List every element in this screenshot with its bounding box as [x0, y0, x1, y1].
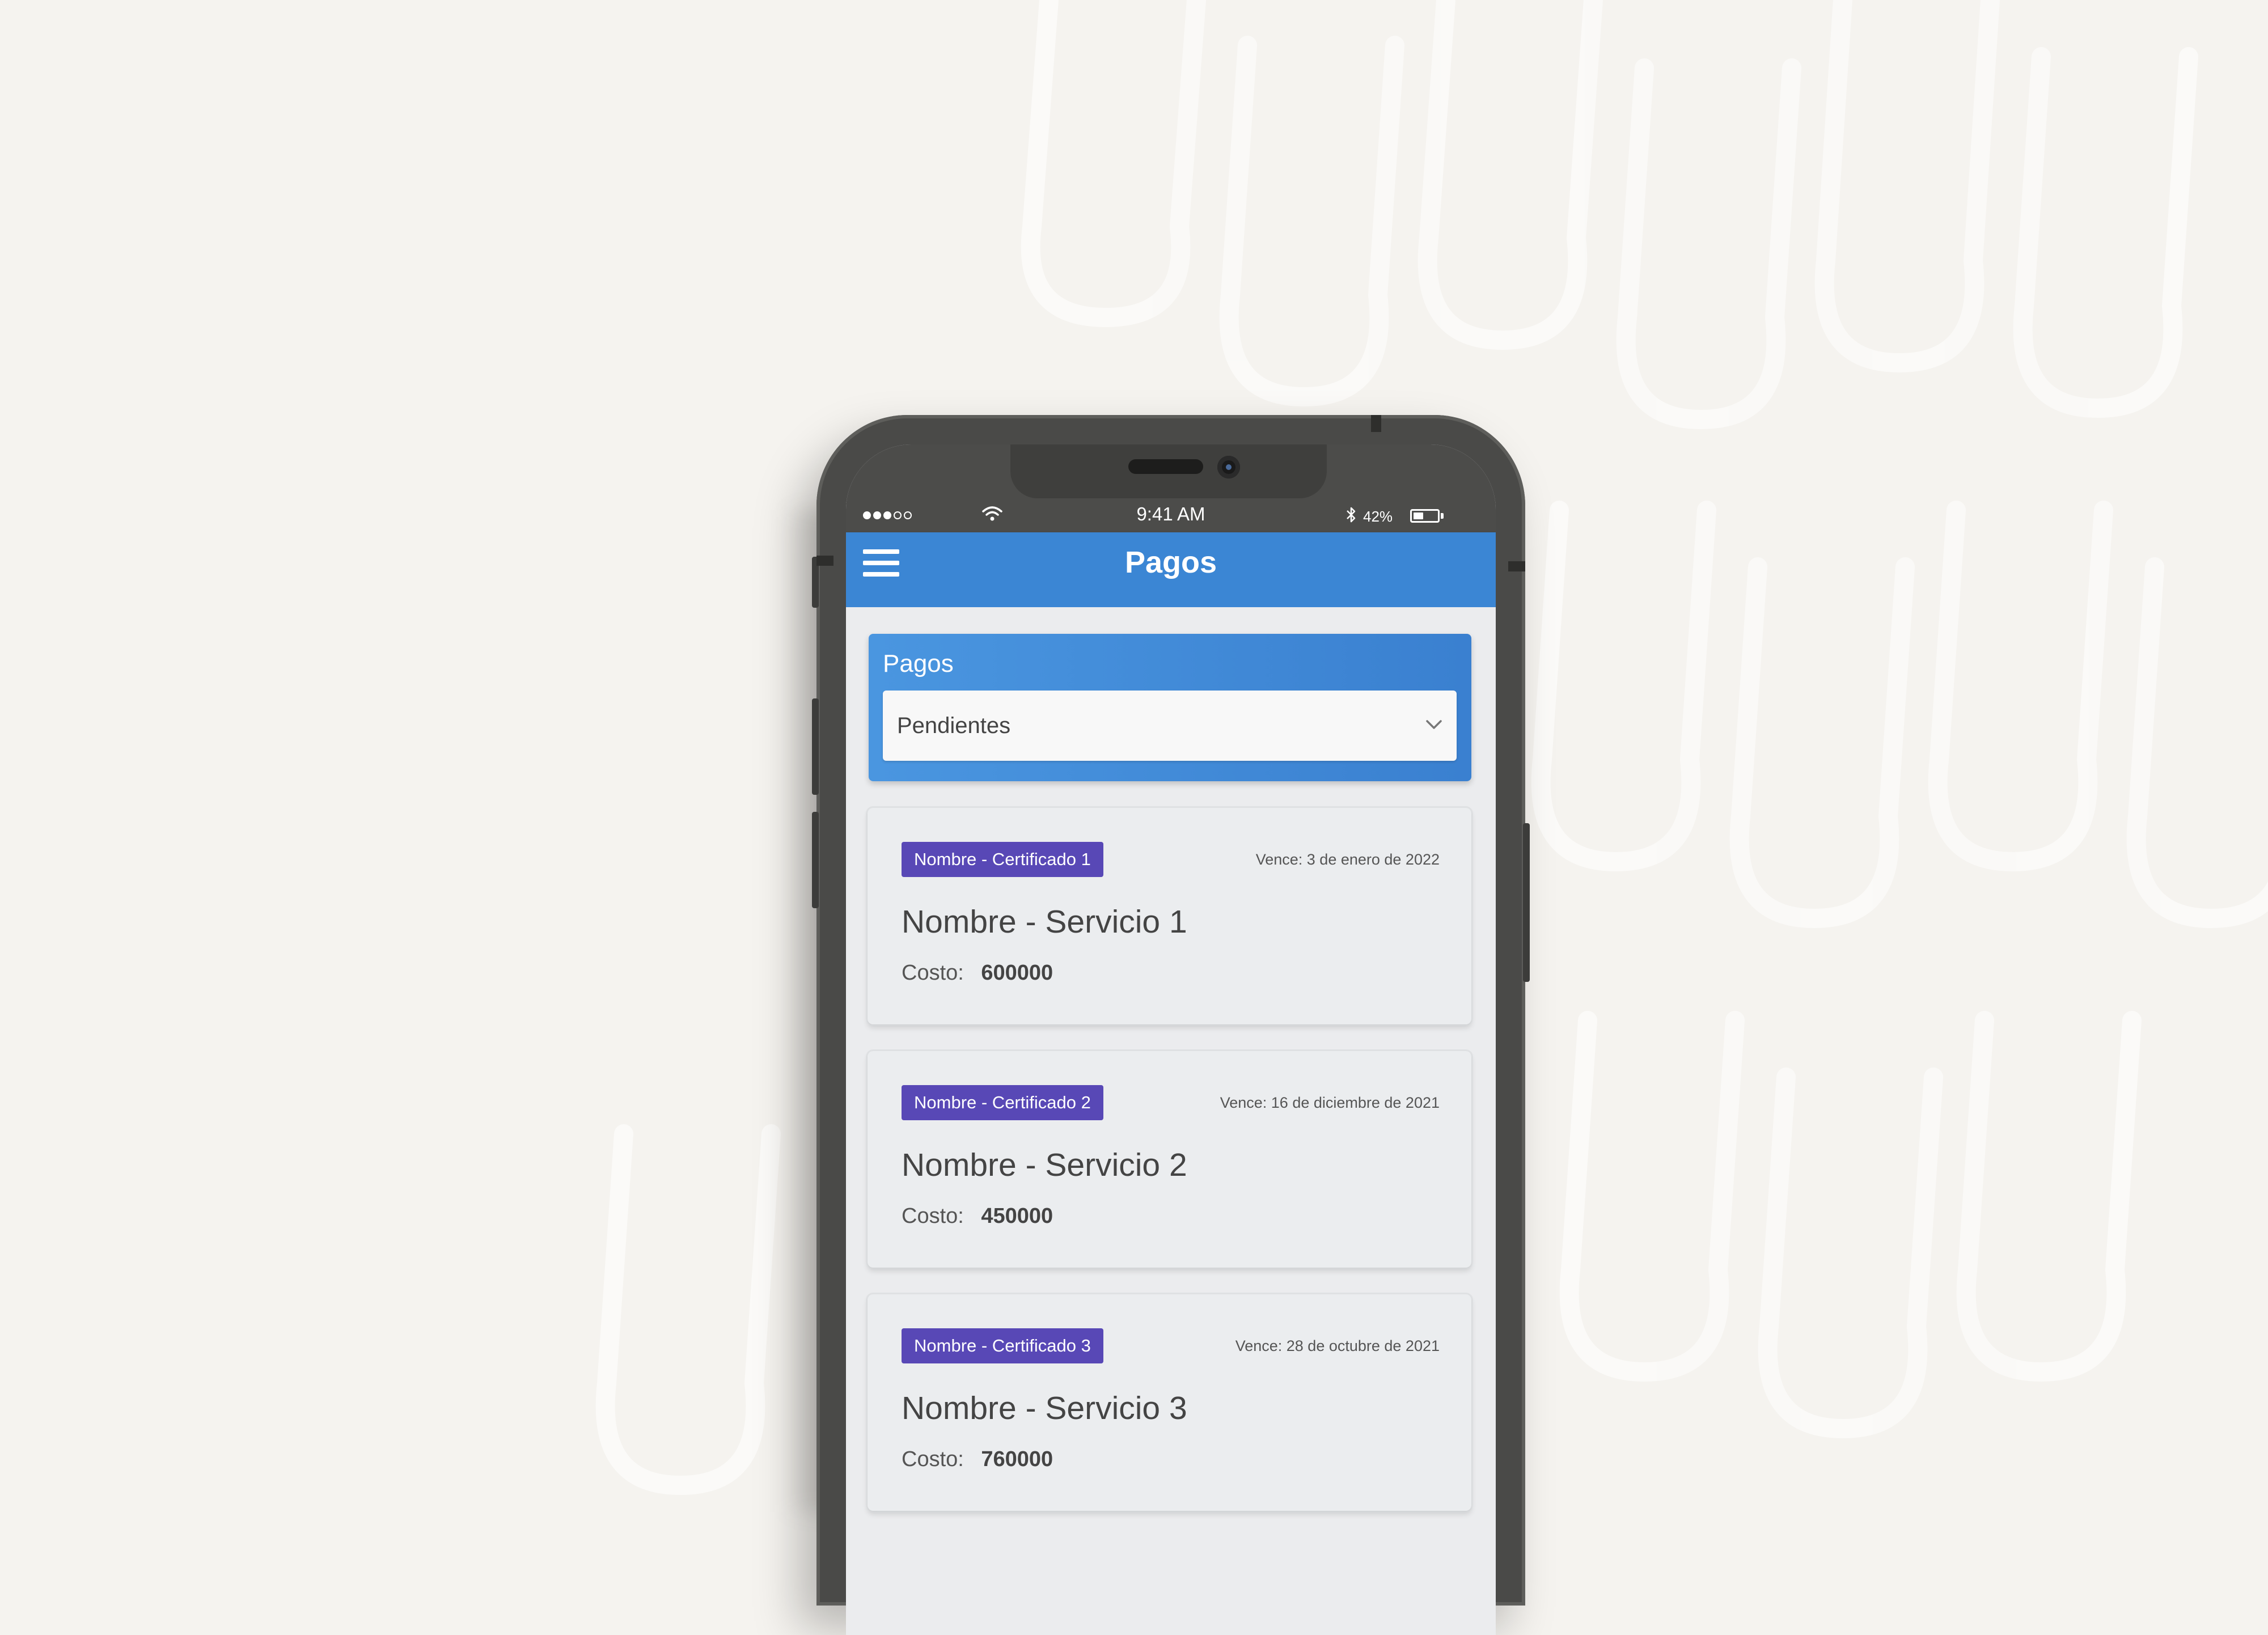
phone-frame: 9:41 AM 42% Pagos Pagos Pendientes Nombr… — [812, 415, 1530, 1635]
volume-up-button — [812, 698, 819, 795]
phone-screen: 9:41 AM 42% Pagos Pagos Pendientes Nombr… — [846, 444, 1496, 1635]
filter-card: Pagos Pendientes — [869, 634, 1471, 781]
due-date: Vence: 16 de diciembre de 2021 — [1220, 1094, 1440, 1111]
status-bar: 9:41 AM 42% — [846, 444, 1496, 532]
due-date: Vence: 28 de octubre de 2021 — [1235, 1337, 1440, 1354]
payment-status-select[interactable]: Pendientes — [883, 691, 1457, 761]
battery-tip — [1441, 513, 1444, 519]
antenna-line — [1508, 561, 1525, 571]
service-name: Nombre - Servicio 3 — [902, 1390, 1187, 1426]
front-camera-icon — [1217, 456, 1240, 478]
volume-down-button — [812, 812, 819, 908]
payment-card[interactable]: Nombre - Certificado 3 Vence: 28 de octu… — [868, 1294, 1471, 1511]
status-time: 9:41 AM — [1136, 503, 1205, 524]
select-value: Pendientes — [897, 713, 1011, 738]
cost-row: Costo: 450000 — [902, 1204, 1053, 1229]
payment-card[interactable]: Nombre - Certificado 1 Vence: 3 de enero… — [868, 808, 1471, 1024]
service-name: Nombre - Servicio 2 — [902, 1147, 1187, 1183]
speaker-grille — [1128, 459, 1203, 474]
cost-label: Costo: — [902, 1447, 964, 1471]
main-content: Pagos Pendientes Nombre - Certificado 1 … — [846, 607, 1496, 1635]
payment-card[interactable]: Nombre - Certificado 2 Vence: 16 de dici… — [868, 1051, 1471, 1268]
antenna-line — [816, 556, 833, 566]
cost-row: Costo: 760000 — [902, 1447, 1053, 1472]
battery-percentage: 42% — [1363, 508, 1393, 525]
filter-label: Pagos — [883, 650, 954, 677]
cost-value: 760000 — [981, 1447, 1053, 1471]
cost-value: 600000 — [981, 961, 1053, 985]
certificate-badge: Nombre - Certificado 1 — [902, 842, 1103, 877]
page-title: Pagos — [1124, 545, 1217, 579]
service-name: Nombre - Servicio 1 — [902, 904, 1187, 940]
cost-label: Costo: — [902, 961, 964, 985]
battery-level — [1414, 512, 1423, 519]
notch — [1010, 444, 1327, 498]
app-bar: Pagos — [846, 532, 1496, 607]
cost-row: Costo: 600000 — [902, 961, 1053, 985]
due-date: Vence: 3 de enero de 2022 — [1255, 851, 1440, 868]
bluetooth-icon — [1347, 507, 1356, 523]
certificate-badge: Nombre - Certificado 2 — [902, 1085, 1103, 1120]
battery-icon — [1410, 509, 1440, 523]
cost-value: 450000 — [981, 1204, 1053, 1228]
power-button — [1523, 823, 1530, 982]
certificate-badge: Nombre - Certificado 3 — [902, 1328, 1103, 1363]
cost-label: Costo: — [902, 1204, 964, 1228]
chevron-down-icon — [1426, 720, 1442, 729]
antenna-line — [1371, 415, 1381, 432]
